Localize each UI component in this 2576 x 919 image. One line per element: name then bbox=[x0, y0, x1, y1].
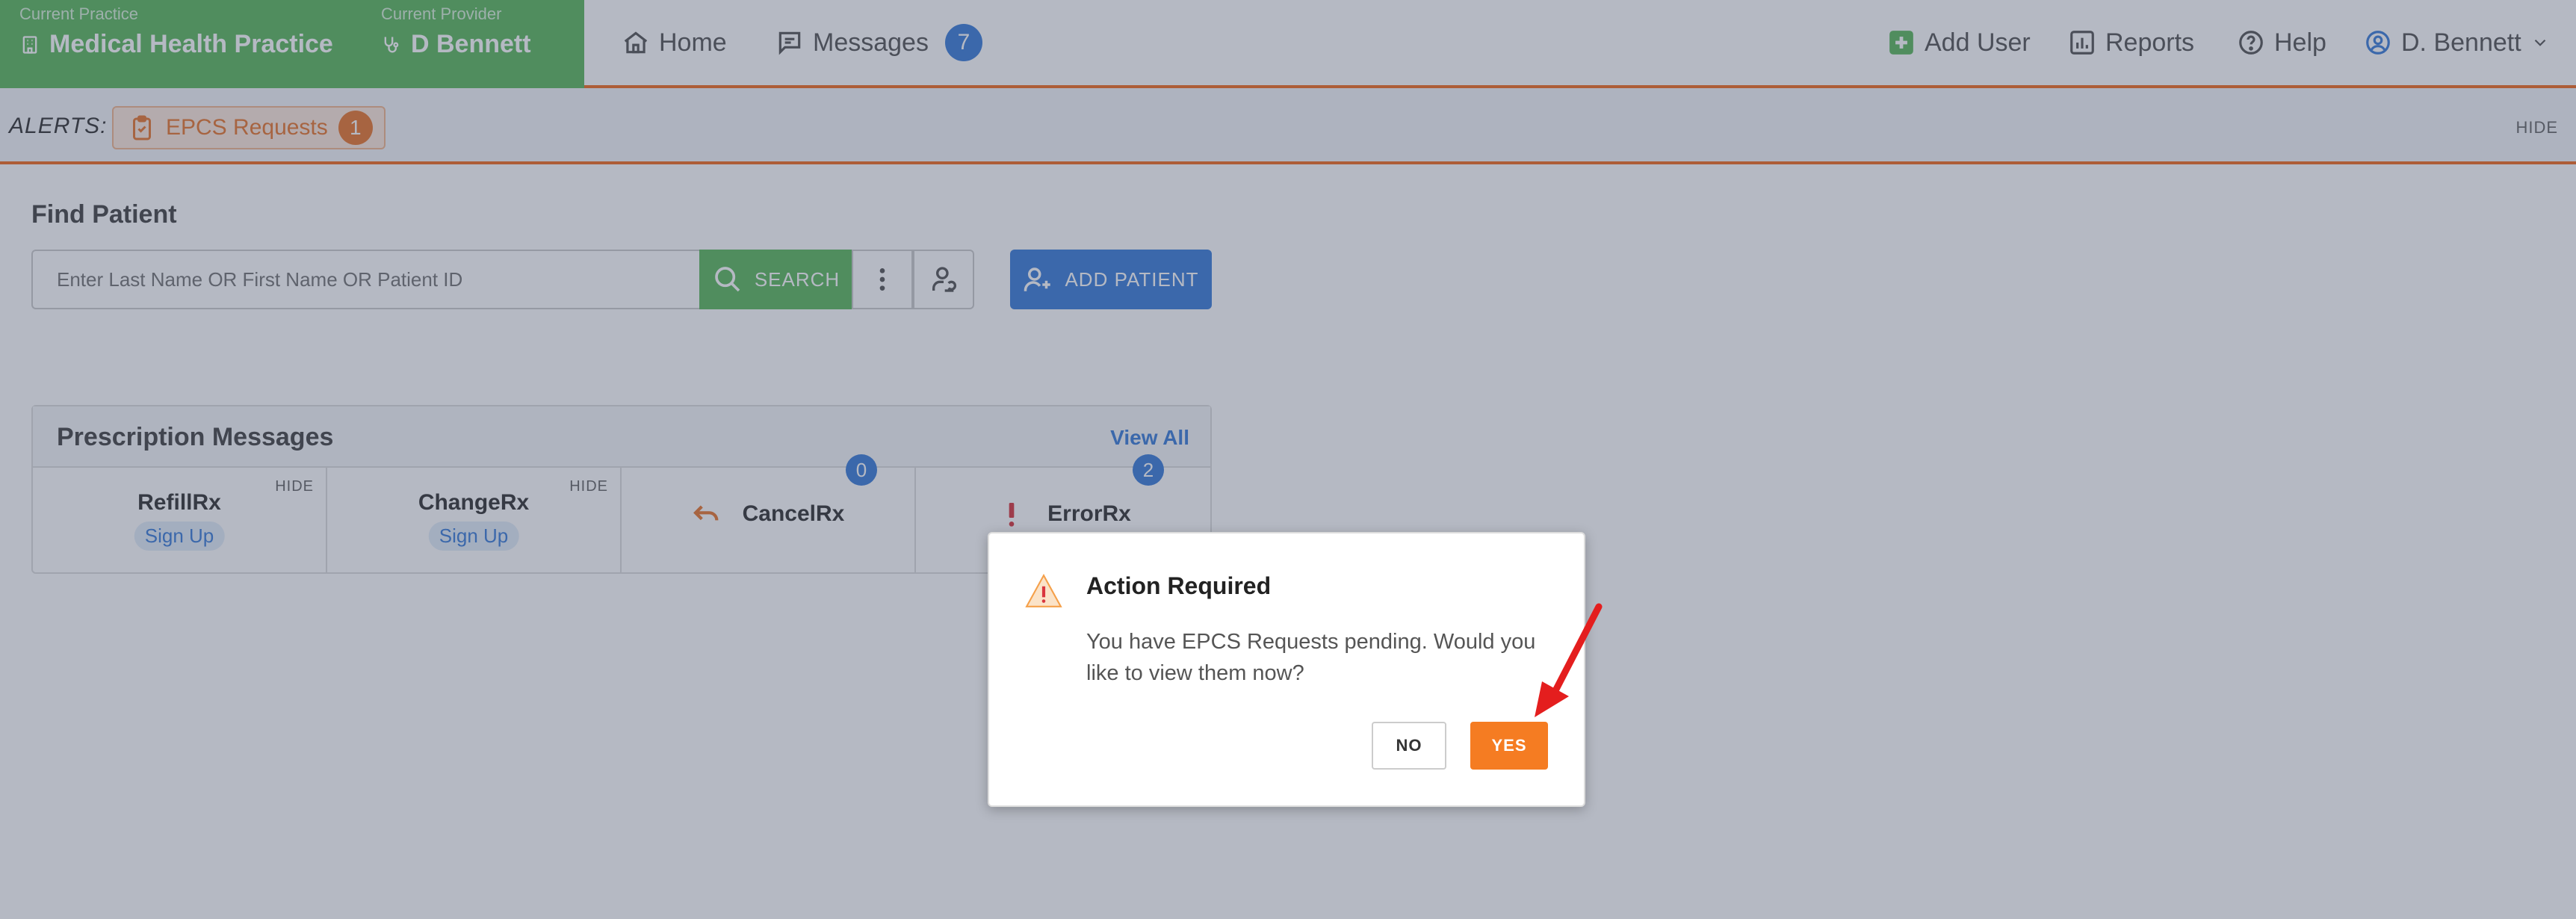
dialog-message: You have EPCS Requests pending. Would yo… bbox=[1086, 630, 1536, 685]
page: Current Practice Medical Health Practice… bbox=[0, 0, 2576, 919]
action-required-dialog: Action Required You have EPCS Requests p… bbox=[988, 532, 1585, 807]
warning-icon bbox=[1025, 574, 1062, 607]
no-button[interactable]: NO bbox=[1372, 722, 1446, 770]
dialog-title: Action Required bbox=[1086, 572, 1272, 599]
red-arrow-annotation bbox=[1535, 603, 1603, 717]
yes-button[interactable]: YES bbox=[1470, 722, 1548, 770]
